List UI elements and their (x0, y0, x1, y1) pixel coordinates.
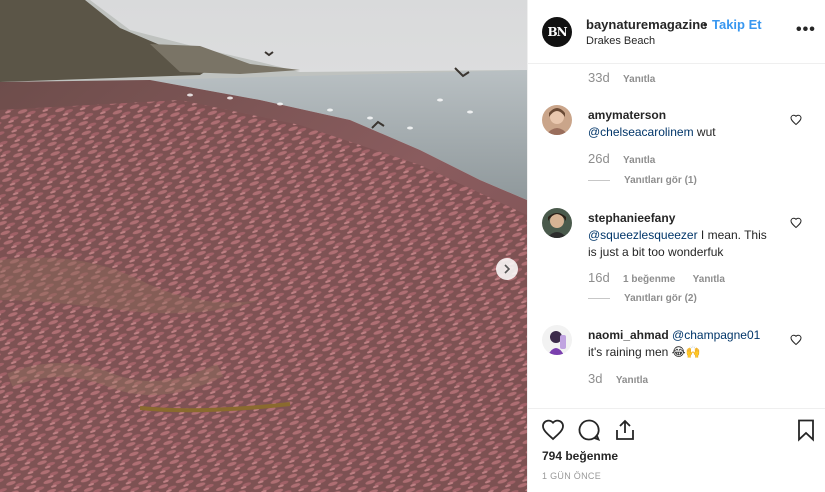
avatar[interactable] (542, 325, 572, 355)
comment-body: it's raining men 😂🙌 (588, 345, 701, 359)
comment-mention[interactable]: @champagne01 (672, 328, 760, 342)
comment-likes-button[interactable]: 1 beğenme (623, 274, 675, 285)
comment-time: 16d (588, 270, 610, 285)
view-replies-label: Yanıtları gör (2) (624, 293, 697, 304)
header-separator: • (703, 17, 708, 32)
comment-username[interactable]: amymaterson (588, 108, 666, 122)
user-avatar-icon (542, 208, 572, 238)
comment-time: 26d (588, 151, 610, 166)
comment-username[interactable]: stephanieefany (588, 211, 675, 225)
comment-meta: 16d 1 beğenme Yanıtla (588, 270, 739, 285)
author-avatar[interactable]: BN (542, 17, 572, 47)
heart-icon[interactable] (790, 114, 802, 126)
replies-divider (588, 297, 610, 299)
comment-meta: 3d Yanıtla (588, 371, 662, 386)
likes-count[interactable]: 794 beğenme (542, 449, 618, 463)
replies-divider (588, 179, 610, 181)
comment-time: 3d (588, 371, 603, 386)
comment-meta: 33d Yanıtla (588, 70, 669, 85)
follow-button[interactable]: Takip Et (712, 17, 762, 32)
heart-icon[interactable] (790, 217, 802, 229)
view-replies-label: Yanıtları gör (1) (624, 175, 697, 186)
avatar[interactable] (542, 105, 572, 135)
comment-username[interactable]: naomi_ahmad (588, 328, 669, 342)
reply-button[interactable]: Yanıtla (693, 274, 725, 285)
comment-text: stephanieefany @squeezlesqueezer I mean.… (588, 210, 778, 261)
user-avatar-icon (542, 325, 572, 355)
avatar[interactable] (542, 208, 572, 238)
comment-body: wut (693, 125, 716, 139)
user-avatar-icon (542, 105, 572, 135)
share-upload-icon[interactable] (613, 418, 637, 442)
comment-text: amymaterson @chelseacarolinem wut (588, 107, 778, 141)
reply-button[interactable]: Yanıtla (623, 74, 655, 85)
more-options-icon[interactable]: ••• (796, 21, 816, 39)
comments-list[interactable]: 33d Yanıtla amymaterson @chelseacaroline… (528, 65, 825, 408)
reply-button[interactable]: Yanıtla (616, 375, 648, 386)
comment-mention[interactable]: @squeezlesqueezer (588, 228, 698, 242)
post-header: BN baynaturemagazine • Takip Et Drakes B… (528, 0, 825, 64)
bookmark-icon[interactable] (794, 418, 818, 442)
post-actions: 794 beğenme 1 GÜN ÖNCE (528, 408, 825, 492)
view-replies-button[interactable]: Yanıtları gör (1) (588, 175, 697, 186)
comment-bubble-icon[interactable] (577, 418, 601, 442)
comment-time: 33d (588, 70, 610, 85)
comment-meta: 26d Yanıtla (588, 151, 669, 166)
reply-button[interactable]: Yanıtla (623, 155, 655, 166)
beach-photo-image (0, 0, 527, 492)
like-heart-icon[interactable] (541, 418, 565, 442)
post-photo[interactable] (0, 0, 527, 492)
heart-icon[interactable] (790, 334, 802, 346)
post-side-panel: BN baynaturemagazine • Takip Et Drakes B… (527, 0, 825, 492)
comment-mention[interactable]: @chelseacarolinem (588, 125, 694, 139)
author-username[interactable]: baynaturemagazine (586, 17, 707, 32)
chevron-right-icon (504, 264, 511, 274)
view-replies-button[interactable]: Yanıtları gör (2) (588, 293, 697, 304)
post-location[interactable]: Drakes Beach (586, 35, 655, 47)
post-time-ago[interactable]: 1 GÜN ÖNCE (542, 471, 601, 481)
carousel-next-button[interactable] (496, 258, 518, 280)
comment-text: naomi_ahmad @champagne01 it's raining me… (588, 327, 788, 361)
